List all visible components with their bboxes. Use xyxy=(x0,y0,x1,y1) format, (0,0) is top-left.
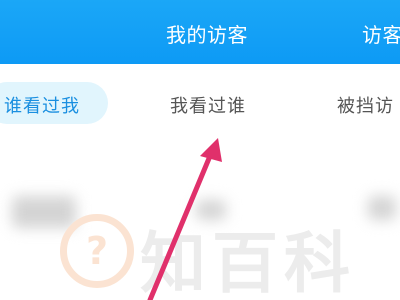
arrow-head-icon xyxy=(200,138,222,162)
screen: 我的访客 访客 谁看过我 我看过谁 被挡访 ? 知百科 xyxy=(0,0,400,300)
annotation-arrow xyxy=(147,138,222,300)
arrow-shaft xyxy=(147,153,213,300)
